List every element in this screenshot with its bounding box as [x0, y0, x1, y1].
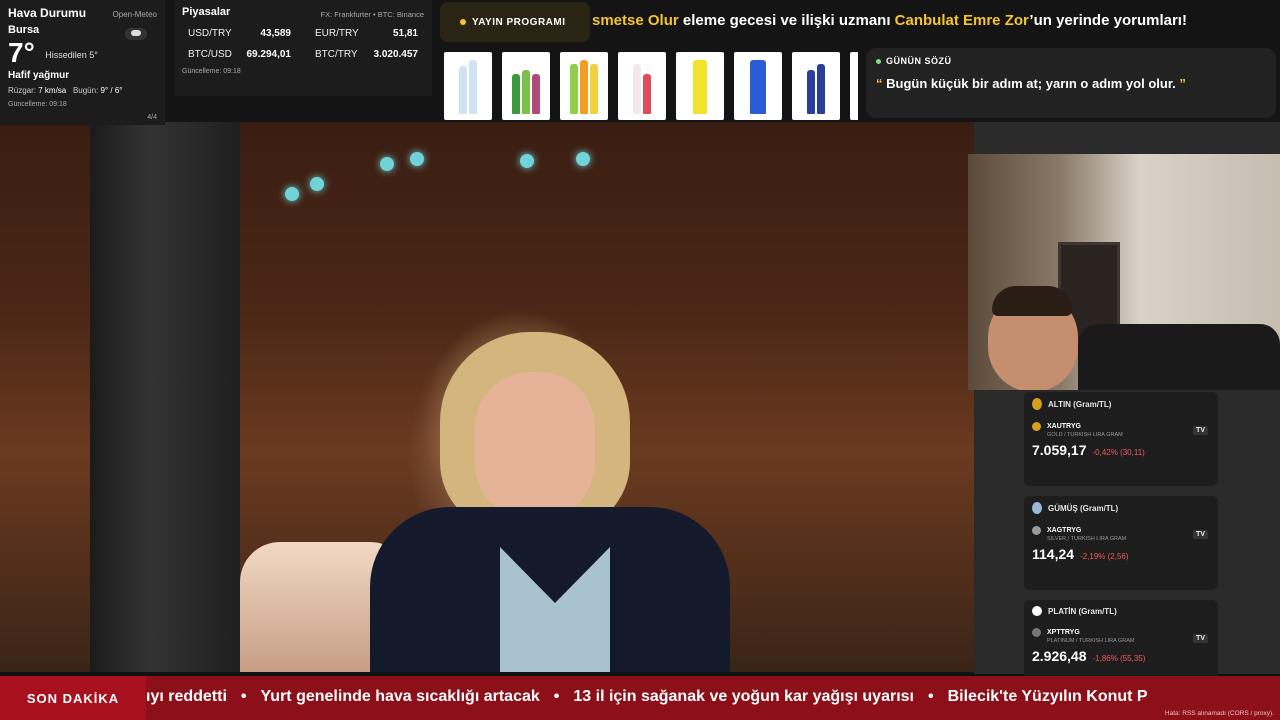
product-image — [676, 52, 724, 120]
video-person — [370, 332, 730, 672]
medal-icon — [1032, 398, 1042, 410]
market-item: BTC/USD 69.294,01 — [188, 49, 291, 60]
coin-icon — [1032, 526, 1041, 535]
product-image — [850, 52, 858, 120]
bokeh-light — [285, 187, 299, 201]
weather-desc: Hafif yağmur — [8, 70, 70, 81]
product-image — [734, 52, 782, 120]
weather-temp: 7° — [8, 37, 35, 68]
tradingview-icon: TV — [1193, 426, 1208, 435]
tradingview-icon: TV — [1193, 634, 1208, 643]
product-image — [560, 52, 608, 120]
weather-updated: Güncelleme: 09:18 — [8, 101, 67, 108]
webcam-feed — [968, 154, 1280, 390]
video-gate — [90, 122, 240, 672]
medal-icon — [1032, 502, 1042, 514]
schedule-ticker: smetse Olur eleme gecesi ve ilişki uzman… — [592, 12, 1187, 29]
product-image — [444, 52, 492, 120]
schedule-label: YAYIN PROGRAMI — [440, 2, 590, 42]
quote-text: “ Bugün küçük bir adım at; yarın o adım … — [876, 76, 1186, 91]
product-strip — [444, 52, 858, 120]
market-item: USD/TRY 43,589 — [188, 28, 291, 39]
dot-icon — [460, 19, 466, 25]
markets-widget: Piyasalar FX: Frankfurter • BTC: Binance… — [174, 0, 432, 96]
quote-title: GÜNÜN SÖZÜ — [876, 56, 1266, 66]
tradingview-icon: TV — [1193, 530, 1208, 539]
ticker-text: ıyı reddetti • Yurt genelinde hava sıcaklı… — [146, 688, 1148, 705]
product-image — [792, 52, 840, 120]
weather-feels: Hissedilen 5° — [45, 50, 98, 60]
market-item: EUR/TRY 51,81 — [315, 28, 418, 39]
product-image — [618, 52, 666, 120]
markets-source: FX: Frankfurter • BTC: Binance — [320, 10, 425, 19]
weather-source: Open-Meteo — [112, 10, 157, 19]
coin-icon — [1032, 422, 1041, 431]
metal-card-silver: GÜMÜŞ (Gram/TL) XAGTRYG SILVER / TURKISH… — [1024, 496, 1218, 590]
weather-widget: Hava Durumu Open-Meteo Bursa 7° Hissedil… — [0, 0, 165, 125]
weather-page: 4/4 — [147, 114, 157, 121]
metal-card-gold: ALTIN (Gram/TL) XAUTRYG GOLD / TURKISH L… — [1024, 392, 1218, 486]
bokeh-light — [380, 157, 394, 171]
bokeh-light — [410, 152, 424, 166]
metals-panel: ALTIN (Gram/TL) XAUTRYG GOLD / TURKISH L… — [1024, 392, 1218, 694]
breaking-news-label: SON DAKİKA — [0, 676, 146, 720]
bokeh-light — [310, 177, 324, 191]
bokeh-light — [576, 152, 590, 166]
bokeh-light — [520, 154, 534, 168]
quote-widget: GÜNÜN SÖZÜ “ Bugün küçük bir adım at; ya… — [866, 48, 1276, 118]
circle-icon — [1032, 606, 1042, 616]
weather-details: Rüzgar: 7 km/sa Bugün: 9° / 6° — [8, 86, 123, 95]
ticker-error-note: Hata: RSS alınamadı (CORS / proxy). — [1164, 710, 1274, 717]
breaking-news-ticker: ıyı reddetti • Yurt genelinde hava sıcaklı… — [0, 676, 1280, 720]
market-item: BTC/TRY 3.020.457 — [315, 49, 418, 60]
markets-updated: Güncelleme: 09:18 — [182, 68, 241, 75]
stream-overlay: Hava Durumu Open-Meteo Bursa 7° Hissedil… — [0, 0, 1280, 720]
main-video — [0, 122, 974, 672]
coin-icon — [1032, 628, 1041, 637]
cloud-icon — [125, 28, 147, 40]
product-image — [502, 52, 550, 120]
side-panel — [974, 122, 1280, 154]
dot-icon — [876, 58, 881, 64]
